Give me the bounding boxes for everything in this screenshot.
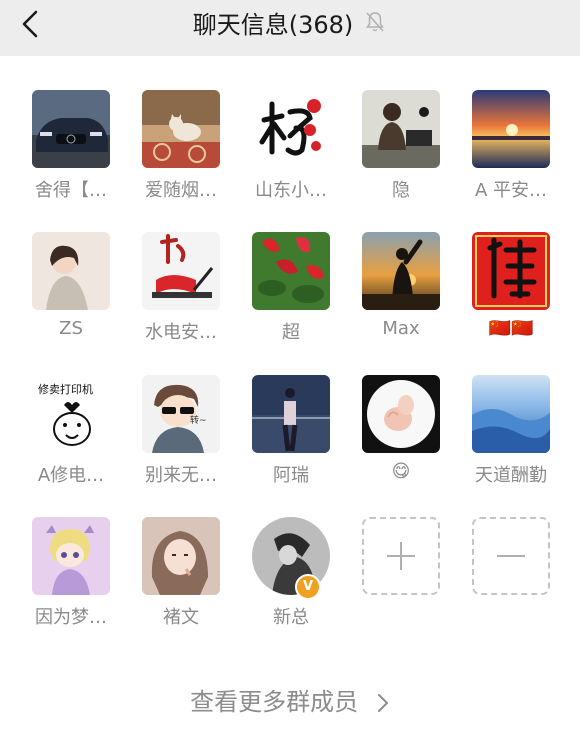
avatar xyxy=(472,375,550,453)
avatar xyxy=(142,232,220,310)
remove-member-frame xyxy=(472,517,550,595)
avatar xyxy=(32,517,110,595)
avatar xyxy=(472,90,550,168)
chevron-right-icon xyxy=(377,694,388,712)
member-item[interactable]: 转~ 别来无… xyxy=(125,375,235,495)
avatar xyxy=(362,90,440,168)
member-item[interactable]: 爱随烟… xyxy=(125,90,235,210)
avatar xyxy=(252,375,330,453)
member-name: A 平安… xyxy=(474,180,548,201)
member-name: 爱随烟… xyxy=(145,180,217,201)
member-name: 😋 xyxy=(391,461,411,482)
bell-muted-icon xyxy=(366,12,385,32)
member-name: A修电… xyxy=(37,465,105,486)
avatar xyxy=(142,517,220,595)
member-name: 舍得【… xyxy=(35,180,107,201)
member-item[interactable]: 阿瑞 xyxy=(235,375,345,495)
member-item[interactable]: 水电安… xyxy=(125,232,235,352)
member-item[interactable]: 超 xyxy=(235,232,345,352)
member-name: 新总 xyxy=(273,607,309,628)
member-item[interactable]: ZS xyxy=(15,232,125,352)
member-item[interactable]: V 新总 xyxy=(235,517,345,637)
member-item[interactable]: A 平安… xyxy=(455,90,565,210)
member-name: 天道酬勤 xyxy=(475,465,547,486)
add-member-frame xyxy=(362,517,440,595)
title-wrap: 聊天信息(368) xyxy=(0,0,580,44)
member-item[interactable]: 天道酬勤 xyxy=(455,375,565,495)
member-item[interactable]: 隐 xyxy=(345,90,455,210)
member-item[interactable]: 因为梦… xyxy=(15,517,125,637)
avatar: 修卖打印机 xyxy=(32,375,110,453)
member-name: 因为梦… xyxy=(35,607,107,628)
member-name: ZS xyxy=(59,318,83,339)
view-more-members-link[interactable]: 查看更多群成员 xyxy=(0,682,580,717)
member-name: Max xyxy=(382,318,420,339)
member-name: 隐 xyxy=(392,180,410,201)
member-name: 超 xyxy=(282,322,300,343)
member-name: 水电安… xyxy=(145,322,217,343)
member-item[interactable]: 舍得【… xyxy=(15,90,125,210)
remove-member-button[interactable] xyxy=(455,517,565,637)
member-name: 阿瑞 xyxy=(273,465,309,486)
member-name: 山东小… xyxy=(255,180,327,201)
avatar xyxy=(472,232,550,310)
member-item[interactable]: 褚文 xyxy=(125,517,235,637)
member-item[interactable]: 😋 xyxy=(345,375,455,495)
svg-text:转~: 转~ xyxy=(190,414,207,426)
member-name: 褚文 xyxy=(163,607,199,628)
member-item[interactable]: Max xyxy=(345,232,455,352)
avatar xyxy=(32,90,110,168)
verified-badge: V xyxy=(295,574,321,600)
avatar xyxy=(252,90,330,168)
member-name: 别来无… xyxy=(145,465,217,486)
header-bar: 聊天信息(368) xyxy=(0,0,580,56)
avatar xyxy=(362,375,440,453)
member-item[interactable]: 修卖打印机 A修电… xyxy=(15,375,125,495)
svg-text:修卖打印机: 修卖打印机 xyxy=(38,382,93,396)
member-item[interactable]: 山东小… xyxy=(235,90,345,210)
avatar xyxy=(252,232,330,310)
avatar xyxy=(32,232,110,310)
minus-icon xyxy=(497,555,525,557)
avatar xyxy=(142,90,220,168)
member-name: 🇨🇳🇨🇳 xyxy=(488,318,534,339)
member-item[interactable]: 🇨🇳🇨🇳 xyxy=(455,232,565,352)
view-more-label: 查看更多群成员 xyxy=(190,688,359,716)
avatar xyxy=(362,232,440,310)
avatar: 转~ xyxy=(142,375,220,453)
add-member-button[interactable] xyxy=(345,517,455,637)
plus-icon xyxy=(387,542,415,570)
page-title: 聊天信息(368) xyxy=(192,10,354,39)
